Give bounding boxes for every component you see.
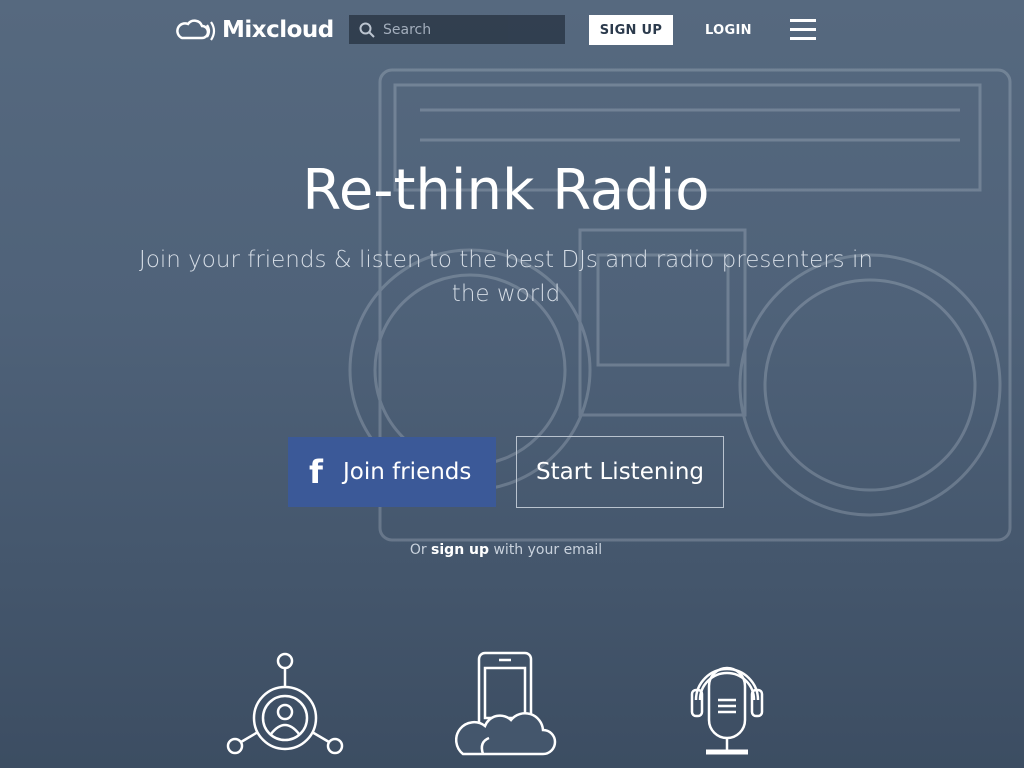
logo-text: Mixcloud xyxy=(222,17,334,43)
top-navigation-bar: Mixcloud SIGN UP LOGIN xyxy=(0,0,1024,60)
microphone-headphones-icon xyxy=(690,666,764,755)
sign-up-button[interactable]: SIGN UP xyxy=(589,15,673,45)
phone-cloud-icon xyxy=(455,651,557,756)
cloud-logo-icon xyxy=(176,19,216,41)
hero-title: Re-think Radio xyxy=(302,158,710,223)
hero-subtitle: Join your friends & listen to the best D… xyxy=(139,247,873,307)
join-friends-label: Join friends xyxy=(343,459,472,485)
network-user-icon xyxy=(226,652,344,755)
search-icon xyxy=(359,22,375,38)
email-suffix: with your email xyxy=(489,542,603,558)
login-link[interactable]: LOGIN xyxy=(705,15,752,45)
email-prefix: Or xyxy=(409,542,432,558)
hamburger-menu-icon[interactable] xyxy=(790,19,816,41)
email-sign-up-link[interactable]: sign up xyxy=(431,542,489,558)
search-box[interactable] xyxy=(349,15,565,44)
join-friends-facebook-button[interactable]: f Join friends xyxy=(288,437,496,507)
search-input[interactable] xyxy=(381,20,555,39)
start-listening-button[interactable]: Start Listening xyxy=(516,436,724,508)
mixcloud-logo[interactable]: Mixcloud xyxy=(176,14,334,46)
facebook-icon: f xyxy=(309,453,323,491)
email-signup-line: Or sign up with your email xyxy=(0,542,1012,558)
